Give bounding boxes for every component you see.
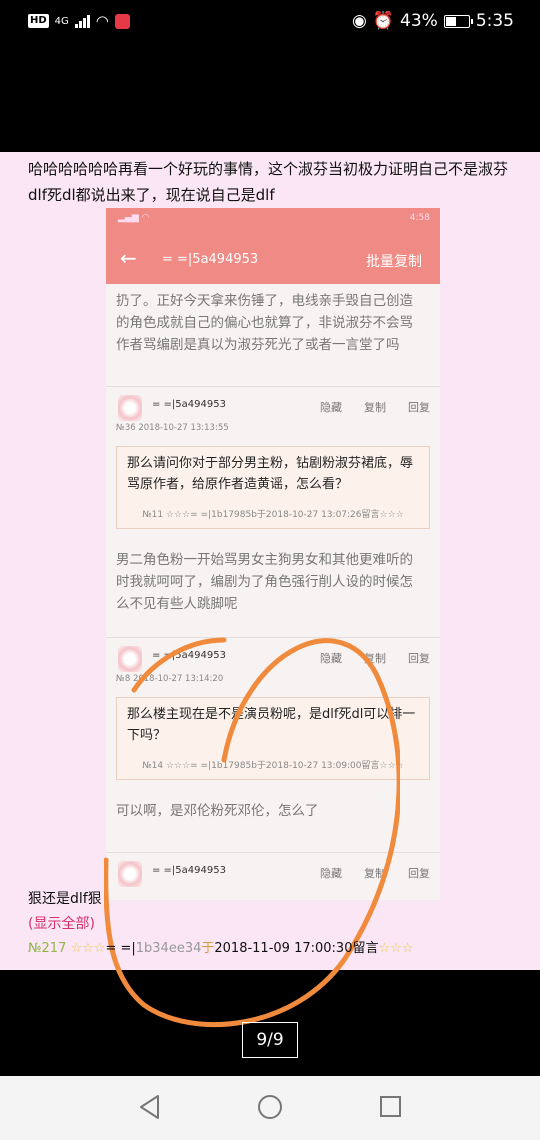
home-icon[interactable]	[258, 1095, 282, 1119]
copy-button[interactable]: 复制	[364, 399, 386, 415]
show-all-link[interactable]: (显示全部)	[28, 910, 518, 938]
post-meta: №217 ☆☆☆= =|1b34ee34于2018-11-09 17:00:30…	[28, 938, 518, 960]
status-bar: HD 4G ◠ ◉ ⏰ 43% 5:35	[0, 0, 540, 46]
stars: ☆☆☆	[70, 941, 106, 956]
embedded-screenshot[interactable]: ▂▄▆ ◠ 4:58 ← = =|5a494953 批量复制 扔了。正好今天拿来…	[106, 208, 440, 900]
comment-author: = =|5a494953	[152, 865, 226, 876]
reply-text: 男二角色粉一开始骂男女主狗男女和其他更难听的时我就呵呵了，编剧为了角色强行削人设…	[116, 552, 413, 612]
app-notification-icon	[114, 13, 130, 29]
post-text: 哈哈哈哈哈哈再看一个好玩的事情，这个淑芬当初极力证明自己不是淑芬dlf死dl都说…	[28, 160, 509, 204]
screenshot-signal-icon: ▂▄▆ ◠	[118, 213, 150, 223]
screenshot-time: 4:58	[409, 213, 430, 223]
quote-footer: №11 ☆☆☆= =|1b17985b于2018-10-27 13:07:26留…	[142, 510, 404, 520]
comment-actions: 隐藏 复制 回复	[320, 399, 430, 415]
quote-text: 那么请问你对于部分男主粉，钻剧粉淑芬裙底，辱骂原作者，给原作者造黄谣，怎么看？	[127, 456, 414, 492]
post-tail-text: 狠还是dlf狠	[28, 891, 102, 907]
alarm-icon: ⏰	[372, 11, 395, 31]
stars: ☆☆☆	[378, 941, 414, 956]
comment-actions: 隐藏 复制 回复	[320, 865, 430, 881]
battery-icon	[443, 14, 473, 28]
hd-badge: HD	[28, 14, 49, 28]
comment-header: = =|5a494953 №36 2018-10-27 13:13:55 隐藏 …	[106, 386, 440, 442]
reply-button[interactable]: 回复	[408, 399, 430, 415]
reply-button[interactable]: 回复	[408, 865, 430, 881]
recent-apps-icon[interactable]	[380, 1096, 401, 1117]
comment-header: = =|5a494953 №8 2018-10-27 13:14:20 隐藏 复…	[106, 637, 440, 693]
author-id: 1b34ee34	[135, 941, 202, 956]
post-content: 哈哈哈哈哈哈再看一个好玩的事情，这个淑芬当初极力证明自己不是淑芬dlf死dl都说…	[0, 152, 540, 1028]
hide-button[interactable]: 隐藏	[320, 865, 342, 881]
comment-actions: 隐藏 复制 回复	[320, 650, 430, 666]
comment-meta: №36 2018-10-27 13:13:55	[116, 423, 229, 433]
post-number: №217	[28, 941, 67, 956]
top-text: 扔了。正好今天拿来伤锤了，电线亲手毁自己创造的角色成就自己的偏心也就算了，非说淑…	[116, 293, 413, 353]
back-icon[interactable]	[138, 1094, 162, 1120]
navigation-bar	[0, 1076, 540, 1140]
quote-box: 那么请问你对于部分男主粉，钻剧粉淑芬裙底，辱骂原作者，给原作者造黄谣，怎么看？ …	[116, 446, 430, 529]
comment-author: = =|5a494953	[152, 399, 226, 410]
wifi-icon: ◠	[95, 12, 109, 30]
signal-icon	[74, 14, 90, 28]
avatar	[118, 646, 142, 672]
reply-button[interactable]: 回复	[408, 650, 430, 666]
page-indicator: 9/9	[242, 1022, 298, 1058]
post-footer: 狠还是dlf狠 (显示全部) №217 ☆☆☆= =|1b34ee34于2018…	[28, 888, 518, 960]
eye-icon: ◉	[352, 11, 367, 31]
quote-box: 那么楼主现在是不是演员粉呢，是dlf死dl可以排一下吗？ №14 ☆☆☆= =|…	[116, 697, 430, 780]
battery-percent: 43%	[400, 11, 438, 31]
avatar	[118, 861, 142, 887]
screenshot-title: = =|5a494953	[162, 252, 259, 267]
back-arrow-icon[interactable]: ←	[120, 246, 137, 270]
copy-button[interactable]: 复制	[364, 650, 386, 666]
comment-meta: №8 2018-10-27 13:14:20	[116, 674, 224, 684]
hide-button[interactable]: 隐藏	[320, 650, 342, 666]
network-type: 4G	[54, 15, 69, 27]
screenshot-status-bar: ▂▄▆ ◠ 4:58	[106, 208, 440, 230]
screenshot-header: ▂▄▆ ◠ 4:58 ← = =|5a494953 批量复制	[106, 208, 440, 284]
post-datetime: 2018-11-09 17:00:30留言	[214, 941, 379, 956]
screenshot-body: 扔了。正好今天拿来伤锤了，电线亲手毁自己创造的角色成就自己的偏心也就算了，非说淑…	[106, 284, 440, 900]
comment-author: = =|5a494953	[152, 650, 226, 661]
author-prefix: = =|	[105, 941, 136, 956]
avatar	[118, 395, 142, 421]
clock: 5:35	[475, 11, 514, 31]
quote-footer: №14 ☆☆☆= =|1b17985b于2018-10-27 13:09:00留…	[142, 761, 404, 771]
at-label: 于	[201, 941, 215, 956]
copy-button[interactable]: 复制	[364, 865, 386, 881]
reply-text: 可以啊，是邓伦粉死邓伦，怎么了	[116, 803, 319, 819]
quote-text: 那么楼主现在是不是演员粉呢，是dlf死dl可以排一下吗？	[127, 707, 416, 743]
hide-button[interactable]: 隐藏	[320, 399, 342, 415]
batch-copy-button[interactable]: 批量复制	[366, 251, 422, 271]
